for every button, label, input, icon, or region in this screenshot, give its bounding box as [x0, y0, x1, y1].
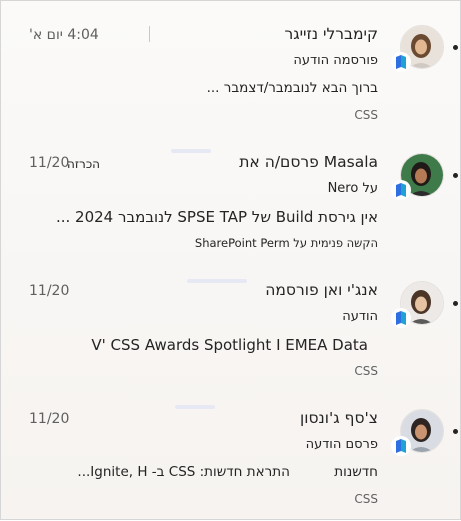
feed-item[interactable]: Masala פרסם/ה את 11/20 הכרזה על Nero אין…	[1, 139, 460, 265]
copilot-icon	[391, 308, 411, 328]
decorative-bar	[171, 149, 211, 153]
copilot-icon	[391, 180, 411, 200]
unread-indicator	[453, 173, 458, 178]
feed-item[interactable]: קימברלי נזייגר 4:04 יום א' פורסמה הודעה …	[1, 11, 460, 137]
copilot-icon	[391, 436, 411, 456]
avatar	[391, 153, 444, 200]
activity-title: התראת חדשות: CSS ב- Ignite, H...	[77, 464, 290, 480]
source-label: CSS	[354, 492, 378, 506]
source-label: CSS	[354, 108, 378, 122]
unread-indicator	[453, 429, 458, 434]
activity-title: אין גירסת Build של SPSE TAP לנובמבר 2024…	[55, 208, 378, 226]
activity-type: פרסם הודעה	[305, 437, 378, 452]
activity-title: ברוך הבא לנובמבר/דצמבר ...	[206, 80, 378, 96]
activity-target: על Nero	[327, 181, 378, 196]
timestamp: 11/20	[29, 411, 70, 427]
avatar	[391, 409, 444, 456]
feed-item[interactable]: אנג'י ואן פורסמה 11/20 הודעה V' CSS Awar…	[1, 267, 460, 393]
activity-category: חדשנות	[334, 464, 378, 480]
timestamp: 11/20	[29, 283, 70, 299]
activity-title: V' CSS Awards Spotlight I EMEA Data	[91, 336, 368, 354]
copilot-icon	[391, 52, 411, 72]
avatar	[391, 281, 444, 328]
sender-name: קימברלי נזייגר	[284, 25, 378, 43]
activity-detail: הקשה פנימית על SharePoint Perm	[194, 236, 378, 250]
avatar	[391, 25, 444, 72]
activity-type: הכרזה	[67, 157, 100, 171]
divider	[149, 26, 150, 42]
activity-type: פורסמה הודעה	[293, 53, 378, 68]
timestamp: 4:04 יום א'	[29, 27, 99, 43]
sender-name: Masala פרסם/ה את	[239, 153, 378, 171]
decorative-bar	[187, 279, 247, 283]
unread-indicator	[453, 301, 458, 306]
activity-type: הודעה	[342, 309, 378, 324]
sender-name: אנג'י ואן פורסמה	[265, 281, 378, 299]
decorative-bar	[175, 405, 215, 409]
source-label: CSS	[354, 364, 378, 378]
sender-name: צ'סף ג'ונסון	[300, 409, 378, 427]
activity-feed: קימברלי נזייגר 4:04 יום א' פורסמה הודעה …	[0, 0, 461, 520]
timestamp: 11/20	[29, 155, 70, 171]
feed-item[interactable]: צ'סף ג'ונסון 11/20 פרסם הודעה חדשנות התר…	[1, 395, 460, 521]
unread-indicator	[453, 45, 458, 50]
